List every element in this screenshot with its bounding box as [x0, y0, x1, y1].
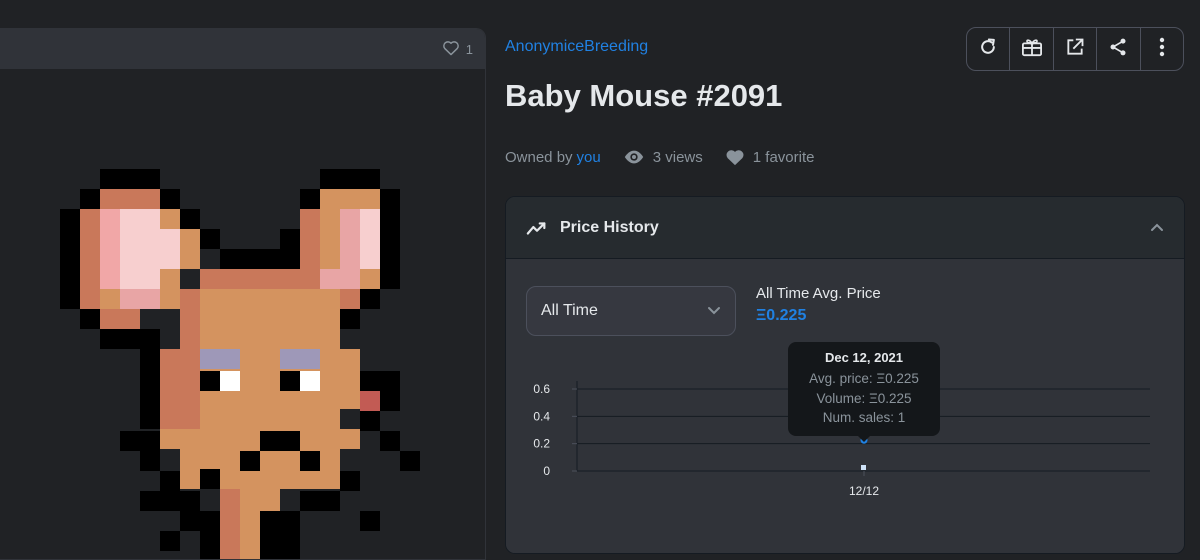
nft-image-card: 1 — [0, 28, 486, 560]
item-meta-row: Owned by you 3 views 1 favorite — [505, 146, 814, 168]
external-link-icon — [1065, 37, 1085, 62]
chart-tooltip: Dec 12, 2021 Avg. price: Ξ0.225 Volume: … — [788, 342, 940, 442]
price-history-card: Price History All Time All Time Avg. Pri… — [505, 196, 1185, 554]
item-toolbar — [966, 27, 1184, 71]
favorite-count: 1 — [465, 41, 473, 57]
chevron-up-icon[interactable] — [1150, 219, 1164, 237]
favorites-count[interactable]: 1 favorite — [753, 149, 815, 166]
collection-link[interactable]: AnonymiceBreeding — [505, 38, 648, 56]
owner-link[interactable]: you — [577, 149, 601, 166]
more-icon — [1159, 37, 1165, 62]
tooltip-volume: Volume: Ξ0.225 — [816, 390, 912, 406]
tooltip-date: Dec 12, 2021 — [824, 350, 904, 365]
eye-icon — [623, 149, 645, 165]
price-history-header[interactable]: Price History — [506, 197, 1184, 259]
pixel-mouse-image — [60, 169, 420, 559]
views-count: 3 views — [652, 148, 703, 166]
item-title: Baby Mouse #2091 — [505, 78, 783, 113]
tooltip-num-sales: Num. sales: 1 — [822, 410, 906, 425]
owned-by-label: Owned by — [505, 148, 573, 166]
gift-icon — [1021, 37, 1043, 62]
open-external-button[interactable] — [1054, 28, 1098, 70]
refresh-button[interactable] — [967, 28, 1011, 70]
volume-bar — [861, 465, 866, 470]
share-icon — [1108, 37, 1128, 62]
price-history-body: All Time All Time Avg. Price Ξ0.225 0.6 0… — [506, 259, 1184, 553]
x-tick-label: 12/12 — [849, 484, 879, 498]
refresh-icon — [978, 37, 998, 62]
heart-filled-icon — [725, 148, 745, 166]
y-tick-label: 0 — [543, 464, 550, 478]
share-button[interactable] — [1097, 28, 1141, 70]
y-tick-label: 0.6 — [533, 382, 550, 396]
heart-icon[interactable] — [442, 40, 460, 59]
nft-image[interactable] — [0, 69, 485, 559]
y-tick-label: 0.2 — [533, 437, 550, 451]
y-tick-label: 0.4 — [533, 409, 550, 423]
trending-icon — [526, 220, 548, 236]
image-topbar: 1 — [0, 29, 485, 69]
tooltip-avg-price: Avg. price: Ξ0.225 — [809, 371, 919, 386]
more-options-button[interactable] — [1141, 28, 1183, 70]
price-history-title: Price History — [560, 218, 659, 236]
transfer-button[interactable] — [1010, 28, 1054, 70]
